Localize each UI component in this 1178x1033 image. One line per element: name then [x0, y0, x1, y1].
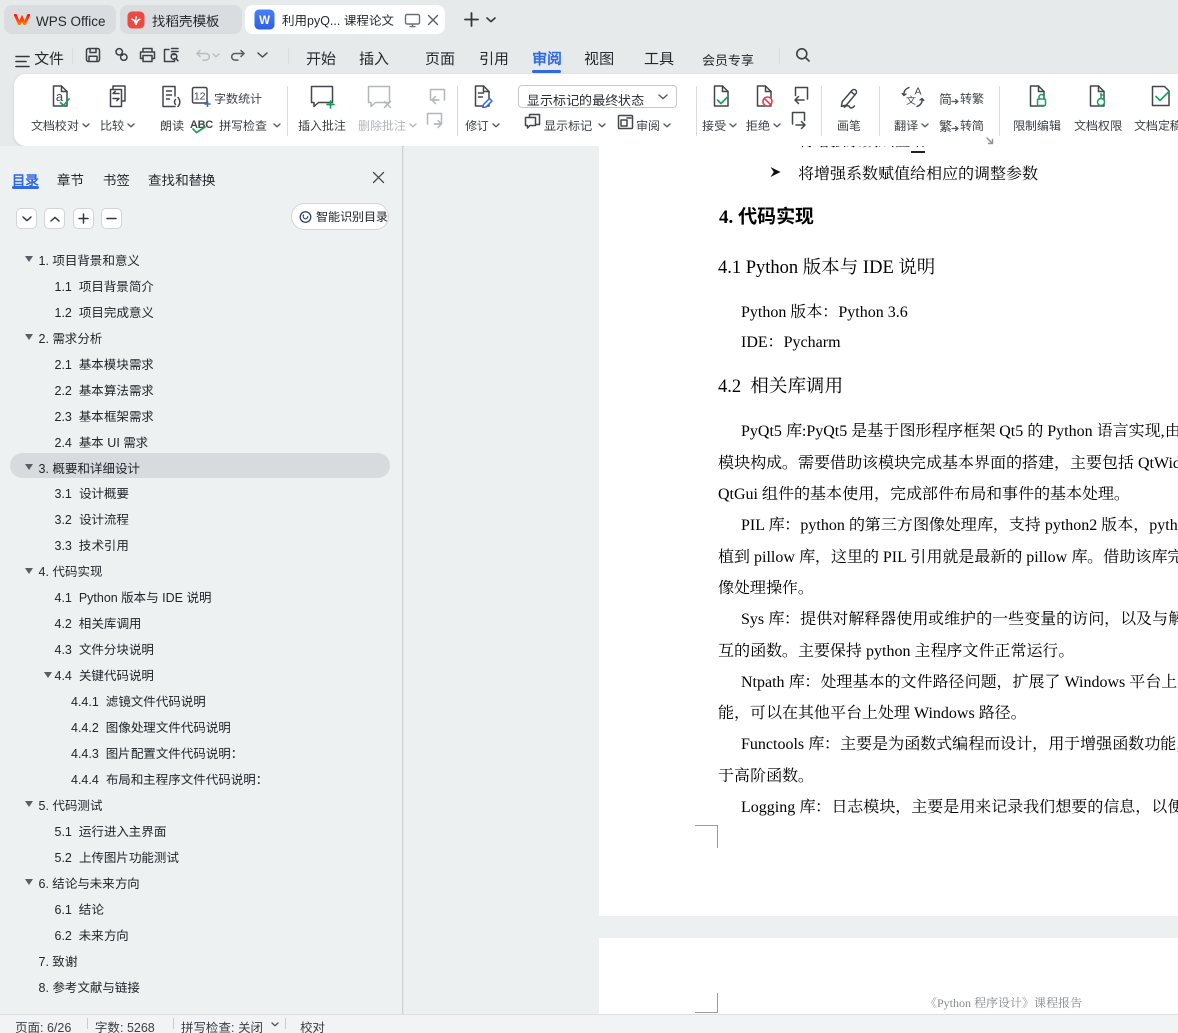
svg-text:a: a [56, 89, 64, 104]
svg-text:W: W [259, 15, 270, 27]
svg-text:A: A [915, 86, 922, 98]
svg-text:12: 12 [194, 91, 206, 103]
